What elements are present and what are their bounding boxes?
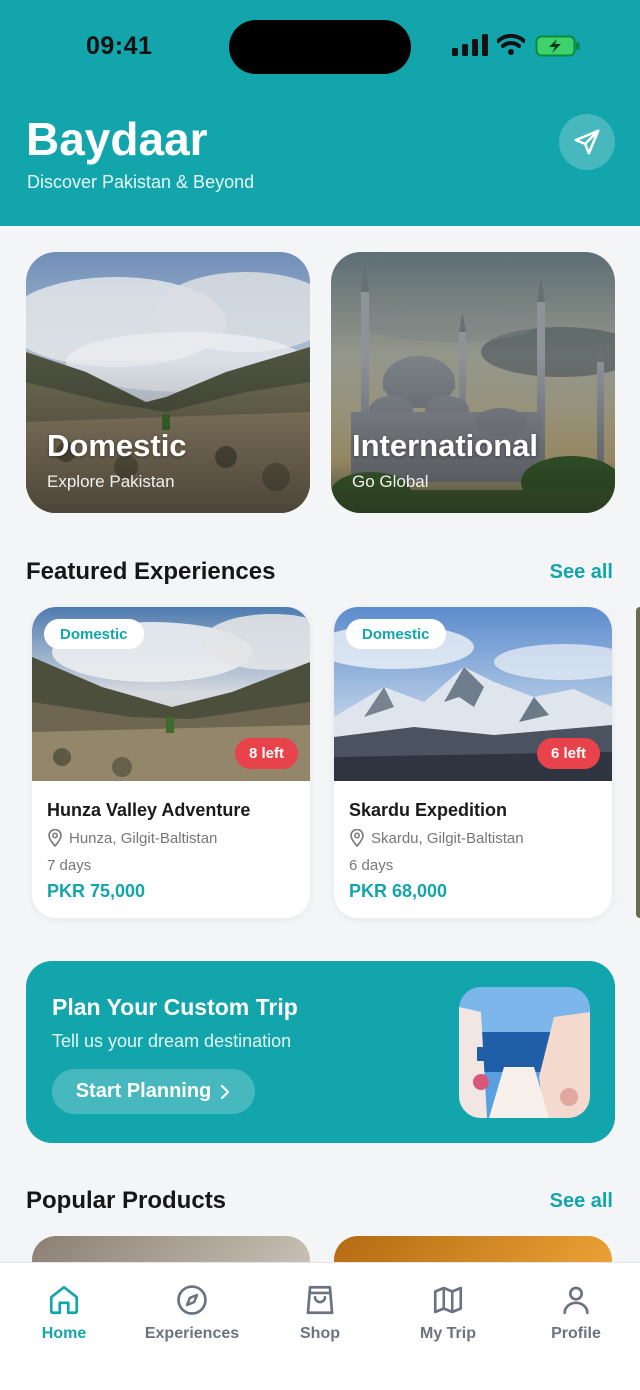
experience-location: Skardu, Gilgit-Baltistan [349, 829, 524, 847]
spots-left-badge: 6 left [536, 738, 600, 769]
experience-title: Hunza Valley Adventure [47, 800, 251, 820]
send-button[interactable] [559, 114, 615, 170]
experience-price: PKR 68,000 [349, 881, 448, 901]
location-text: Skardu, Gilgit-Baltistan [371, 829, 524, 847]
category-badge: Domestic [346, 619, 446, 649]
experience-title: Skardu Expedition [349, 800, 508, 820]
nav-item-experiences[interactable]: Experiences [128, 1283, 256, 1343]
nav-label: Shop [300, 1325, 340, 1342]
category-card-international[interactable]: International Go Global [331, 252, 615, 513]
battery-charging-icon [535, 35, 580, 57]
nav-item-home[interactable]: Home [0, 1283, 128, 1343]
status-time: 09:41 [86, 32, 153, 60]
experience-duration: 6 days [349, 857, 394, 874]
nav-item-profile[interactable]: Profile [512, 1283, 640, 1343]
nav-label: Home [41, 1325, 87, 1342]
experience-card[interactable]: Domestic 8 left Hunza Valley Adventure H… [32, 607, 310, 918]
app-subtitle: Discover Pakistan & Beyond [27, 172, 255, 192]
bottom-navigation: Home Experiences Shop My Trip Profile [0, 1262, 640, 1390]
shopping-bag-icon [306, 1285, 334, 1315]
seaside-village-image [459, 987, 590, 1118]
banner-title: Plan Your Custom Trip [52, 994, 298, 1020]
nav-item-shop[interactable]: Shop [256, 1283, 384, 1343]
featured-heading: Featured Experiences [26, 558, 276, 585]
category-title: International [352, 428, 539, 463]
wifi-icon [497, 33, 525, 55]
start-planning-label: Start Planning [75, 1080, 212, 1102]
experience-card[interactable]: Domestic 6 left Skardu Expedition Skardu… [334, 607, 612, 918]
nav-item-my-trip[interactable]: My Trip [384, 1283, 512, 1343]
category-subtitle: Go Global [352, 472, 429, 491]
nav-label: My Trip [419, 1325, 476, 1342]
start-planning-button[interactable]: Start Planning [52, 1069, 255, 1114]
status-bar: 09:41 [0, 0, 640, 90]
spots-left-badge: 8 left [234, 738, 298, 769]
home-icon [49, 1285, 79, 1315]
category-badge: Domestic [44, 619, 144, 649]
products-see-all-link[interactable]: See all [550, 1190, 613, 1213]
nav-label: Experiences [144, 1325, 240, 1342]
chevron-right-icon [221, 1084, 230, 1099]
app-header: 09:41 Baydaar Discover Pakistan & Beyond [0, 0, 640, 226]
custom-trip-banner: Plan Your Custom Trip Tell us your dream… [26, 961, 615, 1143]
app-title: Baydaar [26, 113, 208, 165]
dynamic-island [229, 20, 411, 74]
experience-card-peek[interactable] [636, 607, 640, 918]
category-subtitle: Explore Pakistan [47, 472, 175, 491]
user-icon [563, 1286, 589, 1315]
experience-location: Hunza, Gilgit-Baltistan [47, 829, 217, 847]
nav-label: Profile [551, 1325, 601, 1342]
send-icon [574, 129, 600, 155]
location-pin-icon [350, 829, 364, 847]
location-pin-icon [48, 829, 62, 847]
location-text: Hunza, Gilgit-Baltistan [69, 829, 218, 847]
banner-subtitle: Tell us your dream destination [52, 1031, 292, 1051]
experience-duration: 7 days [47, 857, 92, 874]
products-heading: Popular Products [26, 1187, 227, 1214]
experience-price: PKR 75,000 [47, 881, 146, 901]
map-icon [433, 1286, 463, 1314]
category-title: Domestic [47, 428, 187, 463]
category-card-domestic[interactable]: Domestic Explore Pakistan [26, 252, 310, 513]
compass-icon [177, 1285, 207, 1315]
cellular-signal-icon [452, 34, 488, 56]
featured-see-all-link[interactable]: See all [550, 561, 613, 584]
